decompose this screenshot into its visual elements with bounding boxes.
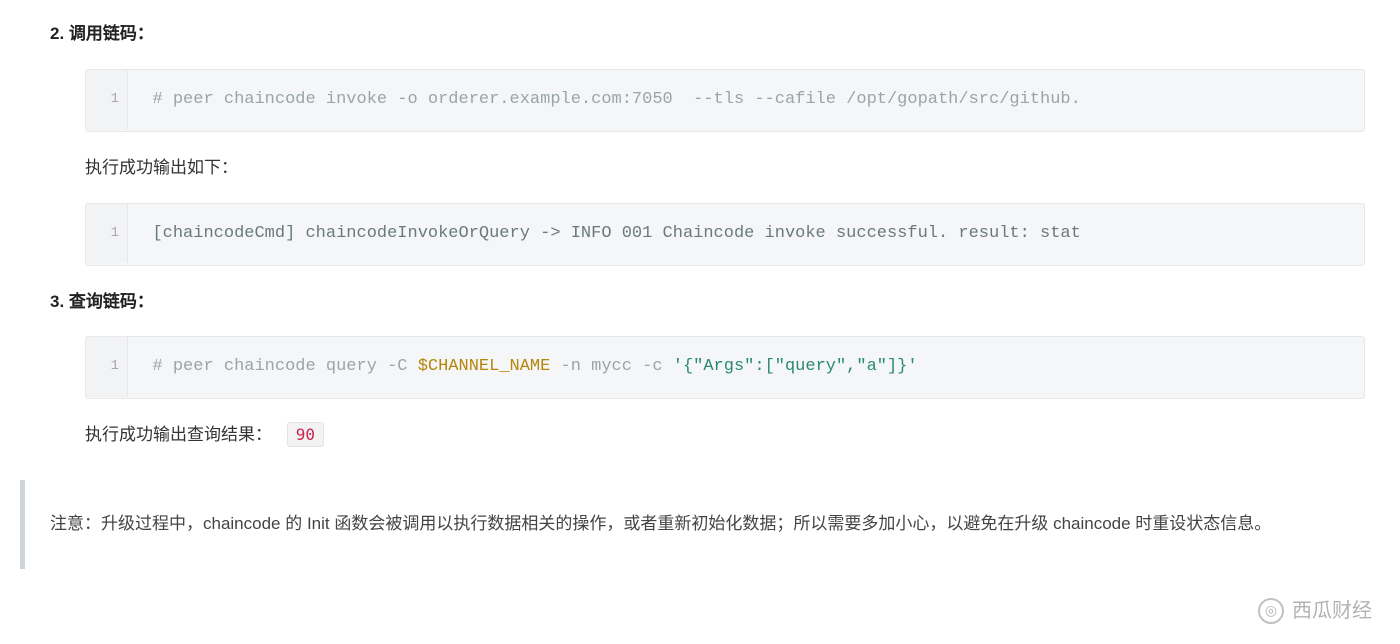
code-line-number: 1	[86, 204, 128, 264]
code-line-number: 1	[86, 337, 128, 397]
code-block-invoke-output: 1 [chaincodeCmd] chaincodeInvokeOrQuery …	[85, 203, 1365, 266]
heading-title: 调用链码：	[69, 24, 154, 43]
section-2: 2. 调用链码： 1 # peer chaincode invoke -o or…	[0, 20, 1400, 266]
query-result-label: 执行成功输出查询结果： 90	[85, 421, 1365, 450]
note-block: 注意：升级过程中，chaincode 的 Init 函数会被调用以执行数据相关的…	[20, 480, 1380, 569]
heading-title: 查询链码：	[69, 292, 154, 311]
code-block-query: 1 # peer chaincode query -C $CHANNEL_NAM…	[85, 336, 1365, 399]
code-line-number: 1	[86, 70, 128, 130]
heading-3: 3. 查询链码：	[50, 288, 1365, 317]
heading-2: 2. 调用链码：	[50, 20, 1365, 49]
watermark-text: 西瓜财经	[1292, 594, 1372, 628]
output-label: 执行成功输出如下：	[85, 154, 1365, 183]
watermark-icon: ◎	[1258, 598, 1284, 624]
code-content[interactable]: # peer chaincode query -C $CHANNEL_NAME …	[132, 337, 937, 398]
code-token: -n mycc -c	[550, 357, 672, 376]
code-token: # peer chaincode invoke -o orderer.examp…	[152, 90, 1080, 109]
code-token: # peer chaincode query -C	[152, 357, 417, 376]
code-content[interactable]: # peer chaincode invoke -o orderer.examp…	[132, 70, 1100, 131]
note-text: 注意：升级过程中，chaincode 的 Init 函数会被调用以执行数据相关的…	[50, 514, 1271, 533]
section-3: 3. 查询链码： 1 # peer chaincode query -C $CH…	[0, 288, 1400, 451]
code-token: $CHANNEL_NAME	[418, 357, 551, 376]
code-block-invoke: 1 # peer chaincode invoke -o orderer.exa…	[85, 69, 1365, 132]
heading-number: 3.	[50, 292, 64, 311]
query-result-value: 90	[287, 422, 324, 447]
watermark: ◎ 西瓜财经	[1258, 594, 1372, 628]
code-token: '{"Args":["query","a"]}'	[673, 357, 918, 376]
query-result-text: 执行成功输出查询结果：	[85, 425, 272, 444]
code-token: [chaincodeCmd] chaincodeInvokeOrQuery ->…	[152, 224, 1080, 243]
heading-number: 2.	[50, 24, 64, 43]
code-content[interactable]: [chaincodeCmd] chaincodeInvokeOrQuery ->…	[132, 204, 1100, 265]
